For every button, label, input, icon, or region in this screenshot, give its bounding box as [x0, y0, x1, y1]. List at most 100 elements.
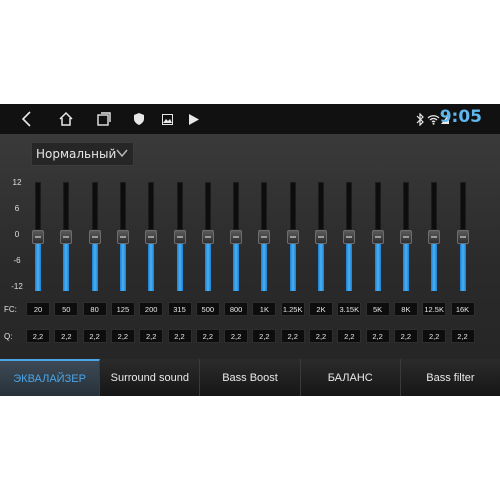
slider-fill	[459, 243, 466, 291]
eq-band-slider[interactable]	[428, 182, 441, 291]
q-value[interactable]: 2,2	[280, 329, 305, 343]
slider-track	[91, 182, 98, 230]
q-value[interactable]: 2,2	[139, 329, 164, 343]
eq-band-slider[interactable]	[399, 182, 412, 291]
q-value[interactable]: 2,2	[365, 329, 390, 343]
fc-value[interactable]: 200	[139, 302, 164, 316]
q-value[interactable]: 2,2	[337, 329, 362, 343]
slider-thumb[interactable]	[371, 229, 384, 244]
eq-band-slider[interactable]	[201, 182, 214, 291]
fc-value[interactable]: 20	[26, 302, 50, 316]
slider-thumb[interactable]	[399, 229, 412, 244]
fc-value[interactable]: 2K	[309, 302, 333, 316]
slider-fill	[431, 243, 438, 291]
eq-band-slider[interactable]	[371, 182, 384, 291]
fc-value[interactable]: 315	[167, 302, 192, 316]
eq-band-slider[interactable]	[456, 182, 469, 291]
fc-value[interactable]: 500	[195, 302, 220, 316]
q-value[interactable]: 2,2	[195, 329, 220, 343]
q-value[interactable]: 2,2	[26, 329, 50, 343]
q-value[interactable]: 2,2	[54, 329, 79, 343]
slider-thumb[interactable]	[230, 229, 243, 244]
fc-row-label: FC:	[4, 305, 17, 314]
tab-equalizer[interactable]: ЭКВАЛАЙЗЕР	[0, 359, 101, 396]
preset-dropdown[interactable]: Нормальный	[31, 142, 134, 166]
eq-band-slider[interactable]	[60, 182, 73, 291]
eq-band-slider[interactable]	[315, 182, 327, 291]
slider-fill	[261, 243, 268, 291]
y-axis-label: 0	[14, 230, 20, 239]
q-value[interactable]: 2,2	[167, 329, 192, 343]
q-value[interactable]: 2,2	[110, 329, 135, 343]
tab-bass-boost[interactable]: Bass Boost	[200, 359, 301, 396]
slider-thumb[interactable]	[116, 229, 129, 244]
slider-track	[374, 182, 381, 230]
q-value[interactable]: 2,2	[450, 329, 475, 343]
fc-value[interactable]: 5K	[365, 302, 390, 316]
fc-value[interactable]: 1.25K	[280, 302, 305, 316]
eq-band-slider[interactable]	[343, 182, 356, 291]
q-value[interactable]: 2,2	[252, 329, 277, 343]
fc-value[interactable]: 800	[224, 302, 249, 316]
back-icon[interactable]	[18, 109, 36, 129]
q-value[interactable]: 2,2	[422, 329, 447, 343]
fc-value[interactable]: 1K	[252, 302, 277, 316]
bluetooth-icon	[414, 109, 426, 129]
slider-fill	[402, 243, 409, 291]
slider-thumb[interactable]	[456, 229, 469, 244]
chevron-down-icon	[115, 146, 129, 163]
fc-value[interactable]: 50	[54, 302, 79, 316]
eq-band-slider[interactable]	[286, 182, 299, 291]
slider-thumb[interactable]	[145, 229, 158, 244]
slider-thumb[interactable]	[286, 229, 299, 244]
slider-thumb[interactable]	[32, 229, 44, 244]
head-unit-screen: 9:05 Нормальный 12 6 0 -6 -12 FC: Q: 20 2…	[0, 104, 500, 396]
q-value[interactable]: 2,2	[224, 329, 249, 343]
fc-value[interactable]: 12.5K	[422, 302, 447, 316]
slider-track	[204, 182, 211, 230]
clock: 9:05	[439, 107, 482, 127]
q-value[interactable]: 2,2	[309, 329, 333, 343]
q-value[interactable]: 2,2	[393, 329, 418, 343]
slider-thumb[interactable]	[428, 229, 441, 244]
fc-value[interactable]: 8K	[393, 302, 418, 316]
eq-band-slider[interactable]	[258, 182, 271, 291]
wifi-icon	[426, 109, 440, 129]
recent-apps-icon[interactable]	[95, 109, 113, 129]
eq-band-slider[interactable]	[88, 182, 101, 291]
slider-fill	[176, 243, 183, 291]
fc-value[interactable]: 80	[82, 302, 107, 316]
slider-thumb[interactable]	[258, 229, 271, 244]
eq-band-slider[interactable]	[230, 182, 243, 291]
slider-track	[402, 182, 409, 230]
slider-fill	[119, 243, 126, 291]
slider-thumb[interactable]	[173, 229, 186, 244]
slider-track	[459, 182, 466, 230]
equalizer-panel: Нормальный 12 6 0 -6 -12 FC: Q: 20 2,2 50 2…	[0, 134, 500, 359]
fc-value[interactable]: 125	[110, 302, 135, 316]
tab-bar: ЭКВАЛАЙЗЕР Surround sound Bass Boost БАЛ…	[0, 359, 500, 396]
slider-track	[318, 182, 324, 230]
eq-band-slider[interactable]	[173, 182, 186, 291]
tab-bass-filter[interactable]: Bass filter	[400, 359, 500, 396]
fc-value[interactable]: 16K	[450, 302, 475, 316]
slider-track	[148, 182, 155, 230]
image-icon	[160, 109, 174, 129]
tab-balance[interactable]: БАЛАНС	[300, 359, 401, 396]
home-icon[interactable]	[56, 109, 76, 129]
slider-thumb[interactable]	[60, 229, 73, 244]
slider-thumb[interactable]	[88, 229, 101, 244]
status-bar: 9:05	[0, 104, 500, 134]
slider-fill	[346, 243, 353, 291]
tab-surround-sound[interactable]: Surround sound	[100, 359, 201, 396]
slider-thumb[interactable]	[343, 229, 356, 244]
slider-track	[35, 182, 41, 230]
slider-thumb[interactable]	[315, 229, 327, 244]
q-value[interactable]: 2,2	[82, 329, 107, 343]
y-axis-label: -6	[13, 256, 21, 265]
eq-band-slider[interactable]	[145, 182, 158, 291]
fc-value[interactable]: 3.15K	[337, 302, 362, 316]
eq-band-slider[interactable]	[116, 182, 129, 291]
slider-thumb[interactable]	[201, 229, 214, 244]
eq-band-slider[interactable]	[32, 182, 44, 291]
